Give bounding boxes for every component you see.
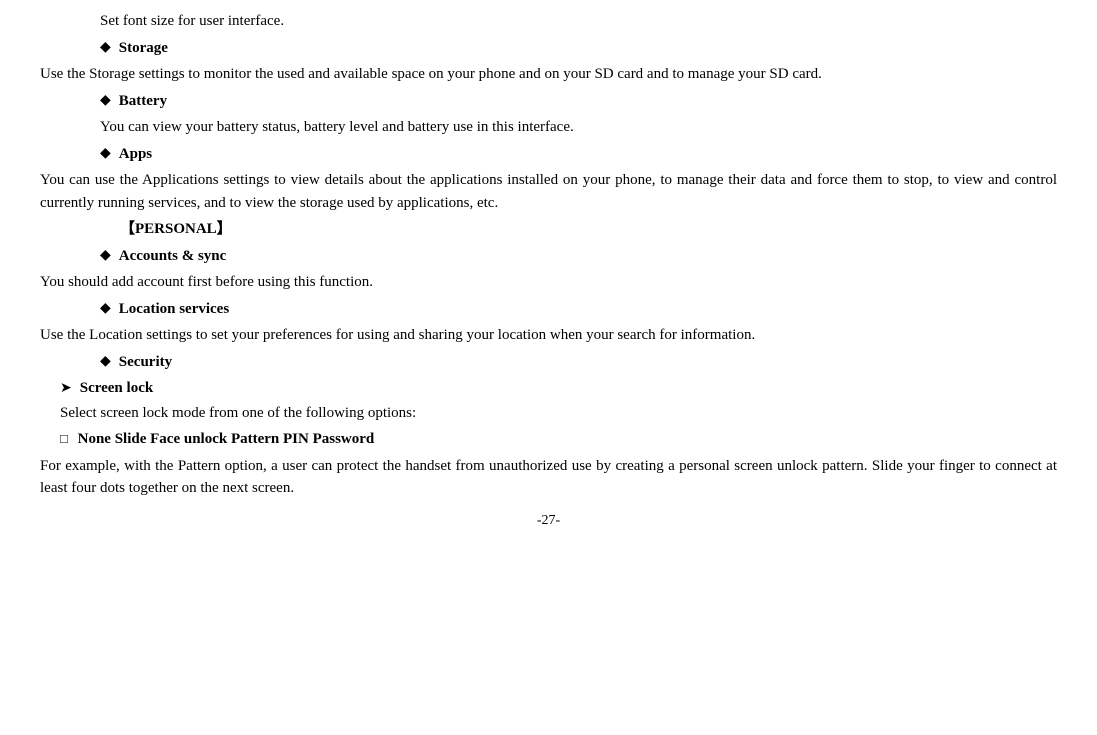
location-services-heading: Location services	[119, 298, 229, 321]
accounts-sync-heading: Accounts & sync	[119, 245, 227, 268]
diamond-icon-security: ◆	[100, 351, 111, 372]
intro-text: Set font size for user interface.	[100, 13, 284, 29]
page-number: -27-	[40, 510, 1057, 531]
diamond-icon-accounts: ◆	[100, 245, 111, 266]
storage-heading: Storage	[119, 37, 168, 60]
personal-bracket: 【PERSONAL】	[120, 218, 1057, 241]
arrow-icon-screenlock: ➤	[60, 378, 72, 399]
apps-heading: Apps	[119, 143, 152, 166]
diamond-icon-battery: ◆	[100, 90, 111, 111]
diamond-icon-apps: ◆	[100, 143, 111, 164]
apps-body: You can use the Applications settings to…	[40, 169, 1057, 214]
storage-body: Use the Storage settings to monitor the …	[40, 63, 1057, 86]
options-items: None Slide Face unlock Pattern PIN Passw…	[78, 431, 375, 447]
battery-body: You can view your battery status, batter…	[100, 116, 1057, 139]
battery-heading: Battery	[119, 90, 167, 113]
screen-lock-body: Select screen lock mode from one of the …	[60, 402, 1057, 425]
location-services-body: Use the Location settings to set your pr…	[40, 324, 1057, 347]
diamond-icon-location: ◆	[100, 298, 111, 319]
diamond-icon-storage: ◆	[100, 37, 111, 58]
screen-lock-heading: Screen lock	[80, 377, 153, 400]
security-heading: Security	[119, 351, 172, 374]
options-prefix: □	[60, 431, 68, 446]
final-body: For example, with the Pattern option, a …	[40, 455, 1057, 500]
accounts-sync-body: You should add account first before usin…	[40, 271, 1057, 294]
